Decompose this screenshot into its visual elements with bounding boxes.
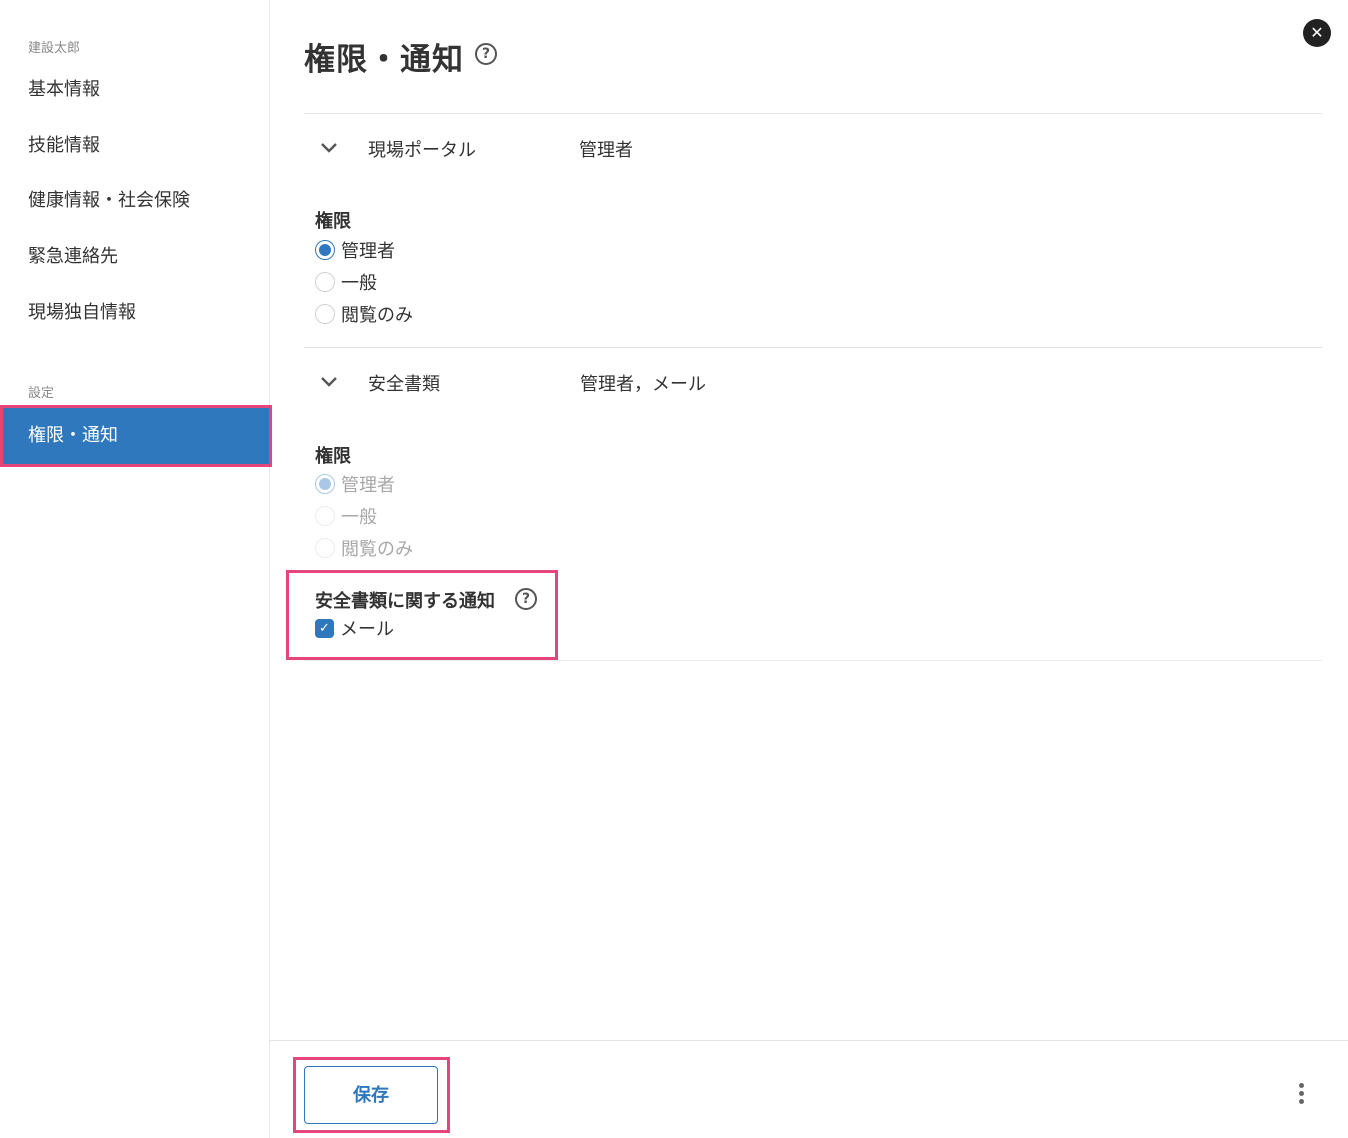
sidebar-item-skill-info[interactable]: 技能情報 xyxy=(0,128,270,164)
chevron-down-icon[interactable] xyxy=(320,373,338,391)
notification-settings: 安全書類に関する通知 ? ✓ メール xyxy=(286,570,558,660)
divider xyxy=(304,113,1322,114)
email-notification-checkbox[interactable]: ✓ メール xyxy=(315,615,394,641)
radio-view-only[interactable]: 閲覧のみ xyxy=(315,302,413,326)
notification-label: 安全書類に関する通知 xyxy=(315,591,495,612)
footer-divider xyxy=(270,1040,1348,1041)
section-summary-site-portal: 管理者 xyxy=(579,140,633,161)
radio-button[interactable] xyxy=(315,272,335,292)
sidebar: 建設太郎 基本情報 技能情報 健康情報・社会保険 緊急連絡先 現場独自情報 設定… xyxy=(0,0,272,1138)
help-icon[interactable]: ? xyxy=(515,588,537,610)
radio-button[interactable] xyxy=(315,304,335,324)
sidebar-item-basic-info[interactable]: 基本情報 xyxy=(0,72,270,108)
radio-label: 管理者 xyxy=(341,241,395,262)
radio-admin-disabled: 管理者 xyxy=(315,472,395,496)
sidebar-item-site-info[interactable]: 現場独自情報 xyxy=(0,295,270,331)
radio-button xyxy=(315,506,335,526)
permission-label: 権限 xyxy=(315,211,351,232)
page-title: 権限・通知 xyxy=(304,42,464,78)
radio-general[interactable]: 一般 xyxy=(315,270,377,294)
section-summary-safety-documents: 管理者，メール xyxy=(580,374,706,395)
sidebar-item-health-insurance[interactable]: 健康情報・社会保険 xyxy=(0,183,270,219)
radio-admin[interactable]: 管理者 xyxy=(315,238,395,262)
divider xyxy=(304,347,1322,348)
radio-label: 一般 xyxy=(341,507,377,528)
radio-view-only-disabled: 閲覧のみ xyxy=(315,536,413,560)
radio-general-disabled: 一般 xyxy=(315,504,377,528)
chevron-down-icon[interactable] xyxy=(320,139,338,157)
save-button-highlight: 保存 xyxy=(293,1057,450,1133)
settings-caption: 設定 xyxy=(28,386,55,401)
section-name-site-portal[interactable]: 現場ポータル xyxy=(368,136,476,162)
radio-label: 閲覧のみ xyxy=(341,539,413,560)
close-button[interactable]: ✕ xyxy=(1303,19,1331,47)
sidebar-item-permissions-notifications[interactable]: 権限・通知 xyxy=(0,405,272,467)
help-icon[interactable]: ? xyxy=(475,43,497,65)
checkmark-icon[interactable]: ✓ xyxy=(315,618,334,638)
permission-label: 権限 xyxy=(315,446,351,467)
save-button[interactable]: 保存 xyxy=(304,1066,438,1124)
radio-label: 閲覧のみ xyxy=(341,305,413,326)
user-name-caption: 建設太郎 xyxy=(28,41,81,56)
radio-button-checked[interactable] xyxy=(315,240,335,260)
more-options-icon[interactable] xyxy=(1290,1082,1314,1106)
radio-label: 一般 xyxy=(341,273,377,294)
radio-button xyxy=(315,538,335,558)
main-panel: 権限・通知 ? ✕ 現場ポータル 管理者 権限 管理者 一般 閲覧のみ 安全書類… xyxy=(270,0,1348,1138)
sidebar-item-emergency-contact[interactable]: 緊急連絡先 xyxy=(0,239,270,275)
radio-label: 管理者 xyxy=(341,475,395,496)
section-name-safety-documents[interactable]: 安全書類 xyxy=(368,370,440,396)
checkbox-label: メール xyxy=(340,619,394,640)
divider xyxy=(304,660,1322,661)
radio-button-checked xyxy=(315,474,335,494)
